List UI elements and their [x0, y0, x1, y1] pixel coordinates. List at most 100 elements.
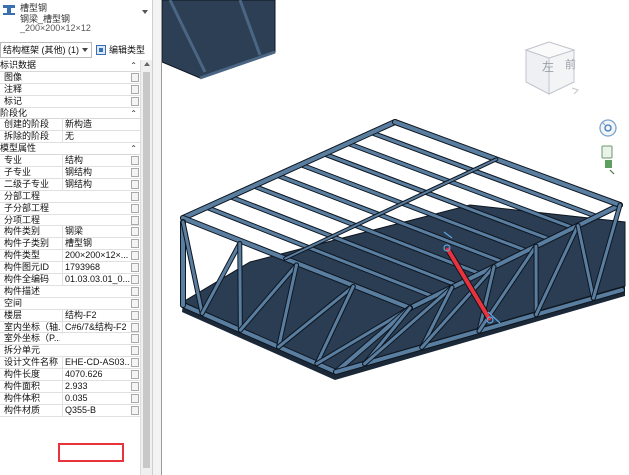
property-row[interactable]: 构件类型 200×200×12×... — [0, 250, 140, 263]
property-row[interactable]: 专业 结构 — [0, 155, 140, 168]
property-value[interactable]: 槽型钢 — [62, 238, 130, 251]
property-row[interactable]: 分项工程 — [0, 215, 140, 227]
row-checkbox[interactable] — [131, 156, 139, 166]
row-checkbox[interactable] — [131, 298, 139, 308]
row-checkbox[interactable] — [131, 310, 139, 320]
property-row[interactable]: 创建的阶段 新构造 — [0, 119, 140, 132]
property-value[interactable]: 1793968 — [62, 262, 130, 275]
property-value[interactable]: 200×200×12×... — [62, 250, 130, 263]
property-row[interactable]: 空间 — [0, 298, 140, 310]
row-checkbox[interactable] — [131, 191, 139, 201]
property-row[interactable]: 注释 — [0, 84, 140, 96]
type-size: _200×200×12×12 — [20, 23, 91, 33]
property-row[interactable]: 构件全编码 01.03.03.01_0... — [0, 274, 140, 286]
property-key: 创建的阶段 — [4, 119, 50, 130]
property-row[interactable]: 室外坐标（P... — [0, 333, 140, 346]
property-row[interactable]: 设计文件名称 EHE-CD-AS03... — [0, 357, 140, 370]
row-checkbox[interactable] — [131, 84, 139, 94]
row-checkbox[interactable] — [131, 322, 139, 332]
property-value[interactable]: 结构-F2 — [62, 309, 130, 322]
row-checkbox[interactable] — [131, 251, 139, 261]
row-checkbox[interactable] — [131, 393, 139, 403]
property-value[interactable]: 2.933 — [62, 381, 130, 393]
property-value[interactable]: 钢结构 — [62, 178, 130, 191]
zoom-icon[interactable] — [601, 145, 615, 175]
row-checkbox[interactable] — [131, 286, 139, 296]
property-value[interactable]: C#6/7&结构-F2 — [62, 321, 130, 334]
chevron-down-icon[interactable] — [82, 48, 88, 52]
property-row[interactable]: 构件体积 0.035 — [0, 392, 140, 405]
row-checkbox[interactable] — [131, 334, 139, 344]
property-row[interactable]: 拆分单元 — [0, 345, 140, 358]
property-row[interactable]: 拆除的阶段 无 — [0, 131, 140, 144]
property-key: 设计文件名称 — [4, 357, 59, 368]
property-value[interactable]: EHE-CD-AS03... — [62, 357, 130, 370]
phasing-rows: 创建的阶段 新构造 拆除的阶段 无 — [0, 119, 140, 144]
row-checkbox[interactable] — [131, 263, 139, 273]
property-row[interactable]: 子专业 钢结构 — [0, 167, 140, 179]
property-row[interactable]: 分部工程 — [0, 191, 140, 203]
properties-panel: 槽型钢 钢梁_槽型钢 _200×200×12×12 结构框架 (其他) (1) … — [0, 0, 152, 475]
collapse-icon[interactable]: ⌃ — [130, 143, 137, 155]
property-key: 楼层 — [4, 309, 23, 320]
row-checkbox[interactable] — [131, 203, 139, 213]
chevron-down-icon[interactable] — [142, 10, 148, 14]
property-value[interactable]: 0.035 — [62, 392, 130, 405]
steering-wheel-icon[interactable] — [599, 119, 617, 137]
property-row[interactable]: 构件类别 钢梁 — [0, 226, 140, 239]
row-checkbox[interactable] — [131, 382, 139, 392]
row-checkbox[interactable] — [131, 72, 139, 82]
scroll-thumb[interactable] — [143, 72, 150, 468]
section-phasing[interactable]: 阶段化 ⌃ — [0, 107, 140, 120]
row-checkbox[interactable] — [131, 96, 139, 106]
edit-type-label: 编辑类型 — [109, 45, 146, 55]
property-row[interactable]: 二级子专业 钢结构 — [0, 178, 140, 191]
property-row[interactable]: 楼层 结构-F2 — [0, 309, 140, 322]
scroll-up-icon[interactable] — [144, 62, 150, 66]
viewcube-front-face[interactable]: 前 — [565, 56, 576, 72]
collapse-icon[interactable]: ⌃ — [130, 60, 137, 72]
property-key: 专业 — [4, 155, 23, 166]
property-row[interactable]: 子分部工程 — [0, 203, 140, 215]
property-value[interactable]: 无 — [62, 131, 130, 144]
property-row[interactable]: 构件长度 4070.626 — [0, 369, 140, 382]
property-row[interactable]: 构件面积 2.933 — [0, 381, 140, 393]
property-row[interactable]: 构件描述 — [0, 286, 140, 298]
row-checkbox[interactable] — [131, 179, 139, 189]
property-key: 注释 — [4, 83, 23, 94]
properties-scrollbar[interactable] — [140, 60, 152, 475]
row-checkbox[interactable] — [131, 405, 139, 415]
property-row[interactable]: 室内坐标（轴... C#6/7&结构-F2 — [0, 321, 140, 334]
edit-type-button[interactable]: 编辑类型 — [95, 42, 152, 58]
property-value[interactable]: 钢结构 — [62, 167, 130, 179]
row-checkbox[interactable] — [131, 215, 139, 225]
property-value[interactable]: 4070.626 — [62, 369, 130, 382]
row-checkbox[interactable] — [131, 346, 139, 356]
row-checkbox[interactable] — [131, 358, 139, 368]
property-value[interactable]: 结构 — [62, 155, 130, 168]
property-value[interactable]: 新构造 — [62, 119, 130, 132]
property-value[interactable]: 01.03.03.01_0... — [62, 274, 130, 286]
type-selector[interactable]: 槽型钢 钢梁_槽型钢 _200×200×12×12 — [0, 0, 152, 40]
partial-structure-top-left[interactable] — [162, 0, 276, 80]
section-model-properties[interactable]: 模型属性 ⌃ — [0, 143, 140, 156]
row-checkbox[interactable] — [131, 168, 139, 178]
category-filter-select[interactable]: 结构框架 (其他) (1) — [0, 42, 92, 58]
property-value[interactable]: Q355-B — [62, 404, 130, 417]
navigation-bar[interactable] — [597, 114, 619, 180]
property-value[interactable]: 钢梁 — [62, 226, 130, 239]
property-row[interactable]: 构件图元ID 1793968 — [0, 262, 140, 275]
property-row[interactable]: 图像 — [0, 72, 140, 84]
property-row[interactable]: 构件材质 Q355-B — [0, 404, 140, 417]
property-row[interactable]: 标记 — [0, 96, 140, 108]
collapse-icon[interactable]: ⌃ — [130, 108, 137, 120]
section-identity-data[interactable]: 标识数据 ⌃ — [0, 60, 140, 72]
panel-splitter[interactable] — [152, 0, 162, 475]
row-checkbox[interactable] — [131, 275, 139, 285]
row-checkbox[interactable] — [131, 370, 139, 380]
property-row[interactable]: 构件子类别 槽型钢 — [0, 238, 140, 251]
row-checkbox[interactable] — [131, 239, 139, 249]
row-checkbox[interactable] — [131, 227, 139, 237]
viewcube-left-face[interactable]: 左 — [542, 58, 554, 75]
front-diagonal[interactable] — [237, 241, 243, 333]
